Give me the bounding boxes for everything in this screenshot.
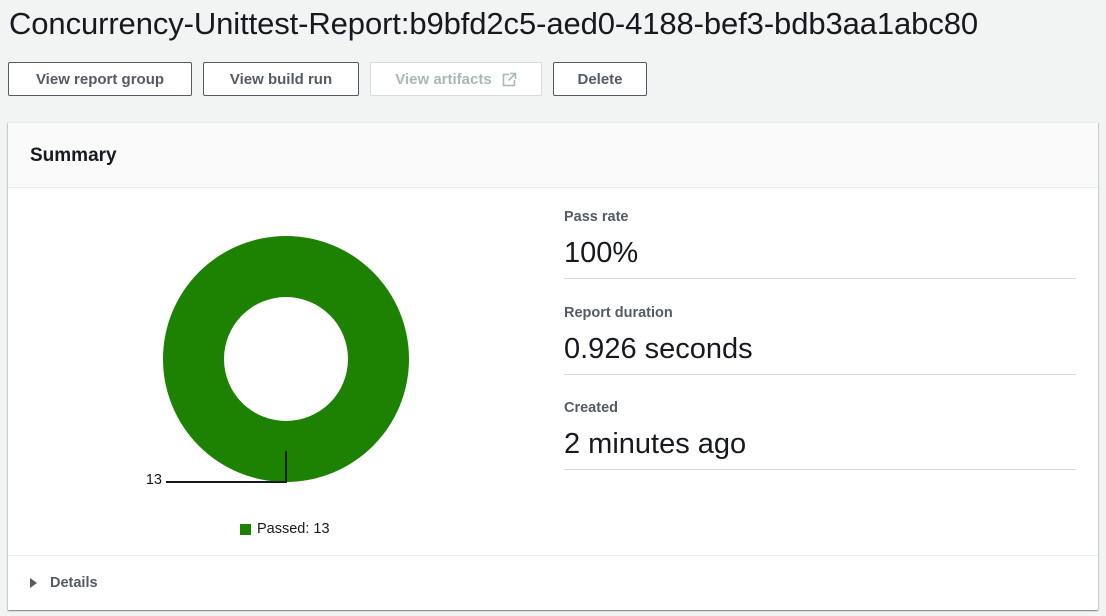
created-label: Created (564, 400, 618, 416)
summary-panel: Summary 13 Passed: 13 Pass rate 100% Rep… (8, 122, 1098, 610)
slice-value-label: 13 (146, 472, 162, 488)
pass-fail-donut-chart: 13 Passed: 13 (8, 189, 548, 555)
report-duration-label: Report duration (564, 305, 673, 321)
details-label: Details (50, 575, 98, 591)
created-value: 2 minutes ago (564, 428, 747, 460)
donut-chart-svg: 13 (146, 236, 409, 488)
metric-created: Created 2 minutes ago (564, 400, 1076, 470)
summary-title: Summary (30, 145, 117, 166)
report-duration-value: 0.926 seconds (564, 333, 753, 365)
pass-rate-value: 100% (564, 237, 639, 269)
metric-report-duration: Report duration 0.926 seconds (564, 305, 1076, 375)
external-link-icon (502, 71, 517, 87)
details-expander[interactable]: Details (30, 575, 98, 591)
details-section: Details (8, 555, 1098, 611)
metric-pass-rate: Pass rate 100% (564, 209, 1076, 279)
delete-button[interactable]: Delete (553, 62, 647, 96)
view-artifacts-label: View artifacts (395, 70, 492, 88)
summary-header: Summary (8, 123, 1098, 188)
view-report-group-button[interactable]: View report group (8, 62, 192, 96)
legend-swatch-passed (240, 523, 251, 535)
view-build-run-button[interactable]: View build run (203, 62, 359, 96)
chart-legend: Passed: 13 (240, 521, 330, 537)
view-build-run-label: View build run (229, 70, 333, 88)
delete-label: Delete (577, 70, 623, 88)
view-artifacts-button[interactable]: View artifacts (370, 62, 542, 96)
legend-label-passed: Passed: 13 (257, 521, 330, 537)
page-title: Concurrency-Unittest-Report:b9bfd2c5-aed… (9, 6, 978, 41)
caret-right-icon (30, 578, 37, 588)
donut-slice-passed[interactable] (163, 236, 409, 482)
view-report-group-label: View report group (35, 70, 165, 88)
pass-rate-label: Pass rate (564, 209, 629, 225)
